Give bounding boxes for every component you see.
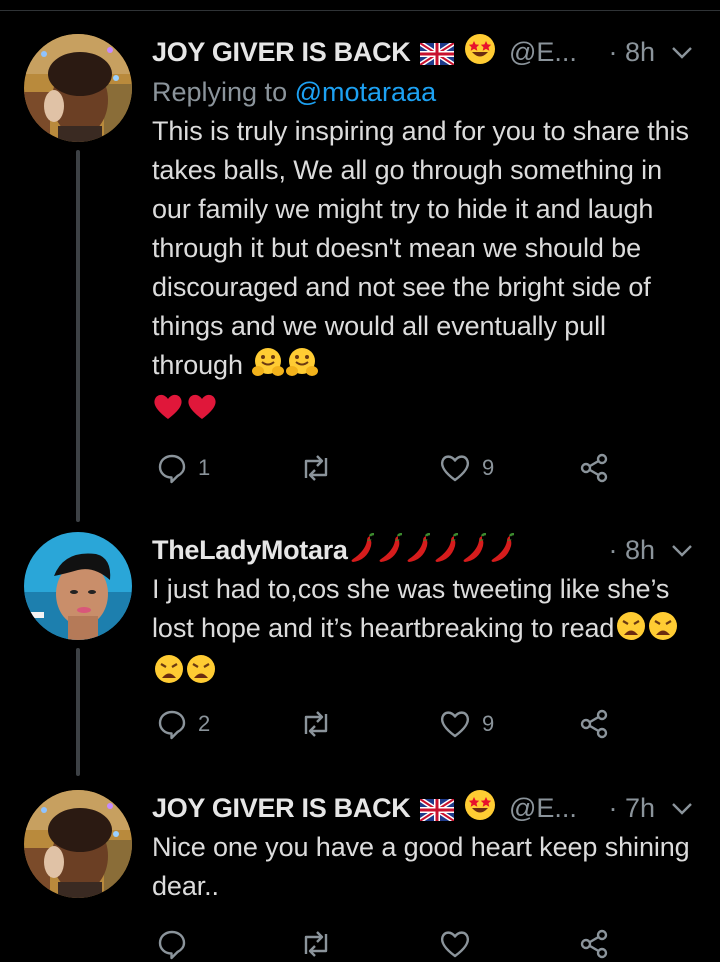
- tweet-header: JOY GIVER IS BACK @E... · 7h: [152, 788, 697, 828]
- chili-pepper-icon: [432, 532, 460, 574]
- reply-icon: [158, 710, 186, 740]
- chili-pepper-icon: [348, 532, 376, 574]
- heart-outline-icon: [440, 711, 470, 738]
- like-button[interactable]: [438, 926, 472, 962]
- weary-face-icon: [648, 611, 678, 652]
- red-heart-icon: [152, 391, 184, 432]
- retweet-button[interactable]: [298, 450, 344, 486]
- tweet-text: I just had to,cos she was tweeting like …: [152, 570, 697, 695]
- thread-line: [76, 648, 80, 776]
- reply-button[interactable]: 2: [156, 706, 210, 742]
- chevron-down-icon[interactable]: [671, 544, 693, 558]
- chili-pepper-icon: [460, 532, 488, 574]
- top-divider: [0, 10, 720, 11]
- red-heart-icon: [186, 391, 218, 432]
- tweet-header: JOY GIVER IS BACK @E... · 8h: [152, 32, 697, 72]
- retweet-button[interactable]: [298, 926, 334, 962]
- user-handle[interactable]: @E...: [509, 793, 577, 823]
- reply-count: 2: [198, 711, 211, 736]
- weary-face-icon: [154, 654, 184, 695]
- like-button[interactable]: 9: [438, 450, 494, 486]
- like-button[interactable]: 9: [438, 706, 494, 742]
- reply-count: 1: [198, 455, 211, 480]
- heart-outline-icon: [440, 931, 470, 958]
- weary-face-icon: [616, 611, 646, 652]
- timestamp[interactable]: · 8h: [608, 530, 655, 570]
- star-struck-icon: [464, 33, 496, 76]
- thread-line: [76, 150, 80, 522]
- hugging-face-icon: [252, 346, 285, 389]
- tweet[interactable]: TheLadyMotara · 8h I just had to,cos she…: [152, 530, 697, 695]
- share-icon: [580, 453, 608, 483]
- share-button[interactable]: [578, 926, 610, 962]
- reply-icon: [158, 930, 186, 960]
- like-count: 9: [482, 711, 495, 736]
- chevron-down-icon[interactable]: [671, 46, 693, 60]
- timestamp[interactable]: · 7h: [608, 788, 655, 828]
- chevron-down-icon[interactable]: [671, 802, 693, 816]
- chili-pepper-icon: [376, 532, 404, 574]
- chili-pepper-icon: [488, 532, 516, 574]
- tweet[interactable]: JOY GIVER IS BACK @E... · 7h Nice one yo…: [152, 788, 697, 906]
- share-icon: [580, 929, 608, 959]
- retweet-button[interactable]: [298, 706, 344, 742]
- share-icon: [580, 709, 608, 739]
- retweet-icon: [304, 931, 328, 957]
- avatar[interactable]: [24, 34, 132, 142]
- replying-to-label: Replying to: [152, 77, 288, 107]
- tweet-text: This is truly inspiring and for you to s…: [152, 112, 697, 432]
- tweet-text: Nice one you have a good heart keep shin…: [152, 832, 690, 901]
- tweet[interactable]: JOY GIVER IS BACK @E... · 8h Replying to…: [152, 32, 697, 432]
- display-name[interactable]: JOY GIVER IS BACK: [152, 793, 411, 823]
- uk-flag-icon: [418, 792, 456, 832]
- retweet-icon: [304, 455, 328, 481]
- share-button[interactable]: [578, 450, 610, 486]
- tweet-actions: 2 9: [152, 706, 622, 742]
- tweet-actions: 1 9: [152, 450, 622, 486]
- reply-button[interactable]: 1: [156, 450, 210, 486]
- chili-pepper-icon: [404, 532, 432, 574]
- heart-outline-icon: [440, 455, 470, 482]
- tweet-actions: [152, 926, 622, 962]
- retweet-icon: [304, 711, 328, 737]
- display-name[interactable]: TheLadyMotara: [152, 535, 348, 565]
- tweet-text-content: This is truly inspiring and for you to s…: [152, 116, 689, 380]
- uk-flag-icon: [418, 36, 456, 76]
- weary-face-icon: [186, 654, 216, 695]
- star-struck-icon: [464, 789, 496, 832]
- display-name[interactable]: JOY GIVER IS BACK: [152, 37, 411, 67]
- share-button[interactable]: [578, 706, 610, 742]
- avatar[interactable]: [24, 790, 132, 898]
- like-count: 9: [482, 455, 495, 480]
- reply-icon: [158, 454, 186, 484]
- hugging-face-icon: [286, 346, 319, 389]
- user-handle[interactable]: @E...: [509, 37, 577, 67]
- tweet-header: TheLadyMotara · 8h: [152, 530, 697, 570]
- avatar[interactable]: [24, 532, 132, 640]
- timestamp[interactable]: · 8h: [608, 32, 655, 72]
- replying-to: Replying to @motaraaa: [152, 72, 697, 112]
- mention-link[interactable]: @motaraaa: [295, 77, 436, 107]
- tweet-text-content: I just had to,cos she was tweeting like …: [152, 574, 670, 643]
- reply-button[interactable]: [156, 926, 188, 962]
- name-emojis: [348, 532, 516, 565]
